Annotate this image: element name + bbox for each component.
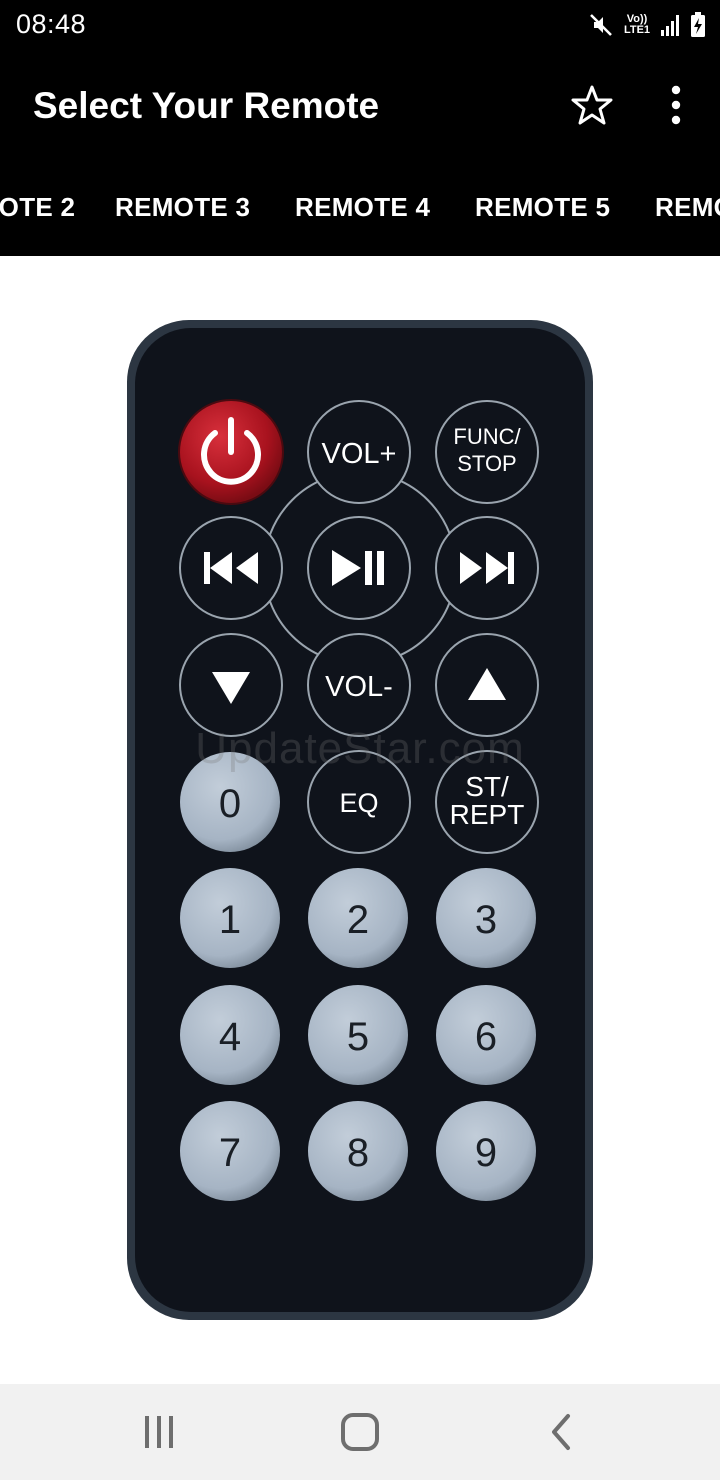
eq-label: EQ <box>339 788 378 818</box>
status-bar: 08:48 Vo)) LTE1 <box>0 0 720 50</box>
home-icon <box>341 1413 379 1451</box>
remote-area: VOL+ FUNC/ STOP VOL- 0 EQ ST/ REPT 1 2 3… <box>0 256 720 1384</box>
vol-up-button[interactable]: VOL+ <box>307 400 411 504</box>
watermark: UpdateStar.com <box>195 724 525 773</box>
vol-down-button[interactable]: VOL- <box>307 633 411 737</box>
three-label: 3 <box>475 898 497 942</box>
battery-icon <box>690 12 706 38</box>
five-label: 5 <box>347 1015 369 1059</box>
page-title: Select Your Remote <box>33 85 380 126</box>
one-label: 1 <box>219 898 241 942</box>
zero-label: 0 <box>219 782 241 826</box>
seven-button[interactable]: 7 <box>180 1101 280 1201</box>
back-button[interactable] <box>540 1410 584 1454</box>
star-icon <box>571 85 613 125</box>
back-icon <box>552 1414 570 1450</box>
home-button[interactable] <box>338 1410 382 1454</box>
tab-remote-3[interactable]: REMOTE 3 <box>115 192 250 223</box>
one-button[interactable]: 1 <box>180 868 280 968</box>
eight-button[interactable]: 8 <box>308 1101 408 1201</box>
mute-icon <box>588 12 614 38</box>
more-vert-icon <box>671 85 681 125</box>
more-options-button[interactable] <box>656 83 696 127</box>
play-pause-button[interactable] <box>307 516 411 620</box>
recent-apps-icon <box>145 1416 173 1448</box>
seven-label: 7 <box>219 1131 241 1175</box>
six-button[interactable]: 6 <box>436 985 536 1085</box>
down-button[interactable] <box>179 633 283 737</box>
rept-label: REPT <box>450 799 525 830</box>
up-button[interactable] <box>435 633 539 737</box>
four-button[interactable]: 4 <box>180 985 280 1085</box>
status-icons: Vo)) LTE1 <box>588 10 706 40</box>
four-label: 4 <box>219 1015 241 1059</box>
two-button[interactable]: 2 <box>308 868 408 968</box>
next-button[interactable] <box>435 516 539 620</box>
status-time: 08:48 <box>16 9 87 39</box>
five-button[interactable]: 5 <box>308 985 408 1085</box>
two-label: 2 <box>347 898 369 942</box>
app-bar: Select Your Remote <box>0 50 720 158</box>
signal-icon <box>660 13 682 37</box>
network-lte-label: LTE1 <box>623 24 651 36</box>
favorite-button[interactable] <box>570 83 614 127</box>
recent-apps-button[interactable] <box>137 1410 181 1454</box>
func-stop-button[interactable]: FUNC/ STOP <box>435 400 539 504</box>
tab-remote-5[interactable]: REMOTE 5 <box>475 192 610 223</box>
remote-tabs: REMOTE 2 REMOTE 3 REMOTE 4 REMOTE 5 REMO… <box>0 158 720 256</box>
power-button[interactable] <box>178 399 284 505</box>
func-label: FUNC/ <box>453 424 521 449</box>
previous-button[interactable] <box>179 516 283 620</box>
system-nav-bar <box>0 1384 720 1480</box>
tab-remote-4[interactable]: REMOTE 4 <box>295 192 430 223</box>
tab-remote-2[interactable]: REMOTE 2 <box>0 192 75 223</box>
network-type: Vo)) LTE1 <box>622 14 652 36</box>
nine-label: 9 <box>475 1131 497 1175</box>
three-button[interactable]: 3 <box>436 868 536 968</box>
tab-remote-6[interactable]: REMOTE 6 <box>655 192 720 223</box>
eight-label: 8 <box>347 1131 369 1175</box>
stop-label: STOP <box>457 451 517 476</box>
vol-up-label: VOL+ <box>322 438 397 470</box>
six-label: 6 <box>475 1015 497 1059</box>
nine-button[interactable]: 9 <box>436 1101 536 1201</box>
remote-control: VOL+ FUNC/ STOP VOL- 0 EQ ST/ REPT 1 2 3… <box>127 320 593 1320</box>
vol-down-label: VOL- <box>325 671 393 703</box>
st-label: ST/ <box>465 771 509 802</box>
